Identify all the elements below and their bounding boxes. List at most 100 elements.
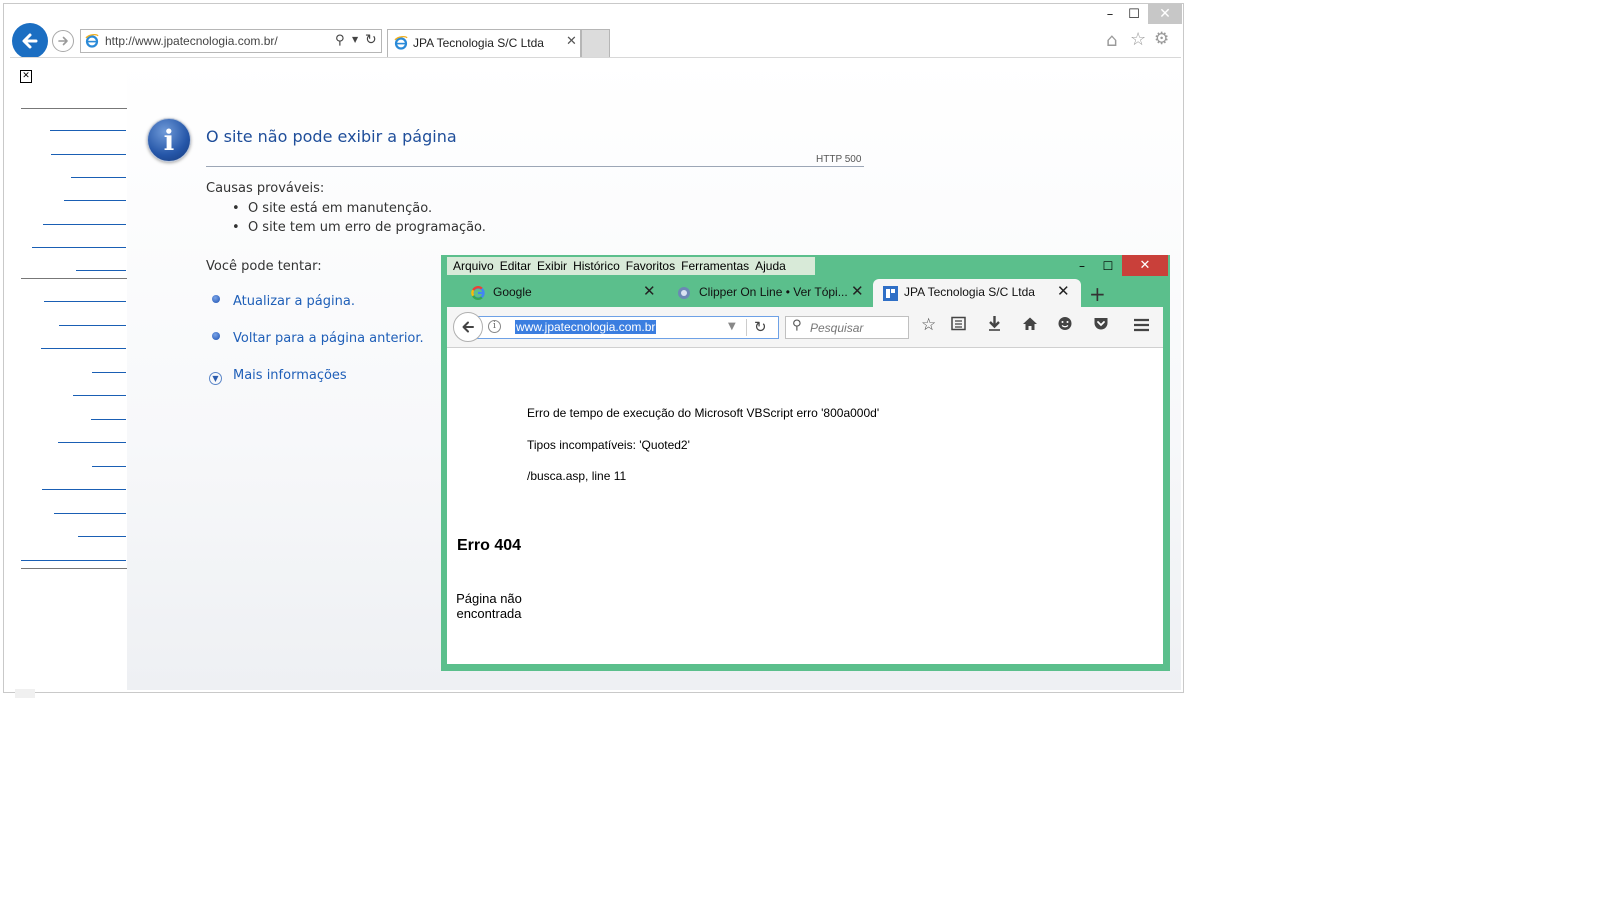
ie-close-button[interactable]: ✕ xyxy=(1148,4,1182,24)
home-icon[interactable]: ⌂ xyxy=(1106,30,1117,51)
ff-new-tab-button[interactable]: + xyxy=(1089,282,1106,306)
try-heading: Você pode tentar: xyxy=(206,259,322,274)
menu-ajuda[interactable]: Ajuda xyxy=(755,259,786,273)
ff-tab-google[interactable]: Google ✕ xyxy=(467,279,663,307)
ie-address-bar[interactable]: http://www.jpatecnologia.com.br/ ⚲ ▼ ↻ xyxy=(80,29,382,53)
ie-tab-active[interactable]: JPA Tecnologia S/C Ltda ✕ xyxy=(387,29,581,57)
google-icon xyxy=(471,286,485,300)
broken-image-icon: ✕ xyxy=(20,70,32,83)
menu-favoritos[interactable]: Favoritos xyxy=(626,259,675,273)
cause-item: • O site tem um erro de programação. xyxy=(232,220,486,235)
ff-close-button[interactable]: ✕ xyxy=(1122,255,1168,276)
ie-tab-close-button[interactable]: ✕ xyxy=(566,34,577,49)
menu-arquivo[interactable]: Arquivo xyxy=(453,259,494,273)
favorites-icon[interactable]: ☆ xyxy=(1130,29,1146,50)
nav-link[interactable] xyxy=(78,536,126,537)
menu-ferramentas[interactable]: Ferramentas xyxy=(681,259,749,273)
back-icon xyxy=(462,321,474,333)
info-icon[interactable]: i xyxy=(488,320,501,333)
ie-status-fragment xyxy=(15,689,35,698)
cause-item: • O site está em manutenção. xyxy=(232,201,433,216)
causes-heading: Causas prováveis: xyxy=(206,181,325,196)
ff-maximize-button[interactable]: ☐ xyxy=(1095,255,1121,276)
refresh-page-link[interactable]: Atualizar a página. xyxy=(233,294,355,309)
reading-list-icon[interactable] xyxy=(951,316,966,336)
menu-exibir[interactable]: Exibir xyxy=(537,259,567,273)
search-icon: ⚲ xyxy=(792,318,802,333)
chat-icon[interactable] xyxy=(1057,316,1073,336)
dropdown-icon[interactable]: ▼ xyxy=(352,35,358,44)
cause-text: O site está em manutenção. xyxy=(247,201,433,216)
nav-link[interactable] xyxy=(71,177,126,178)
nav-divider xyxy=(21,568,127,569)
hamburger-menu-icon[interactable] xyxy=(1133,317,1150,337)
nav-link[interactable] xyxy=(73,395,126,396)
ie-forward-button[interactable] xyxy=(52,30,74,52)
nav-link[interactable] xyxy=(59,325,126,326)
pocket-icon[interactable] xyxy=(1093,316,1109,336)
nav-link[interactable] xyxy=(92,466,126,467)
nav-link[interactable] xyxy=(41,348,126,349)
menu-editar[interactable]: Editar xyxy=(500,259,531,273)
nav-link[interactable] xyxy=(32,247,126,248)
ie-url-text: http://www.jpatecnologia.com.br/ xyxy=(105,34,278,48)
ff-tab-close-button[interactable]: ✕ xyxy=(851,282,864,300)
ff-tab-clipper[interactable]: Clipper On Line • Ver Tópi... ✕ xyxy=(673,279,867,307)
title-divider xyxy=(206,166,864,167)
ie-minimize-button[interactable]: – xyxy=(1098,4,1122,24)
nav-link[interactable] xyxy=(42,489,126,490)
ff-tab-title: JPA Tecnologia S/C Ltda xyxy=(904,285,1035,299)
nav-link[interactable] xyxy=(64,200,126,201)
ff-search-input[interactable]: ⚲ Pesquisar xyxy=(785,316,909,339)
menu-historico[interactable]: Histórico xyxy=(573,259,620,273)
nav-link[interactable] xyxy=(51,154,126,155)
nav-link[interactable] xyxy=(92,372,126,373)
vbscript-error-line: Erro de tempo de execução do Microsoft V… xyxy=(527,406,880,420)
nav-link[interactable] xyxy=(50,130,126,131)
more-info-link[interactable]: Mais informações xyxy=(233,368,347,383)
error-title: O site não pode exibir a página xyxy=(206,127,457,146)
nav-link[interactable] xyxy=(21,560,126,561)
chevron-down-icon[interactable]: ▼ xyxy=(209,372,222,385)
ff-tab-jpa-active[interactable]: JPA Tecnologia S/C Ltda ✕ xyxy=(873,279,1081,307)
nav-link[interactable] xyxy=(76,270,126,271)
nav-link[interactable] xyxy=(91,419,126,420)
download-icon[interactable] xyxy=(987,315,1002,337)
nav-divider xyxy=(21,278,127,279)
ff-url-text: www.jpatecnologia.com.br xyxy=(515,320,657,334)
search-icon[interactable]: ⚲ xyxy=(335,33,345,48)
nav-link[interactable] xyxy=(43,224,126,225)
reload-icon[interactable]: ↻ xyxy=(754,318,767,336)
forward-arrow-icon xyxy=(58,36,68,46)
firefox-window: Arquivo Editar Exibir Histórico Favorito… xyxy=(441,255,1170,671)
jpa-site-icon xyxy=(883,286,898,301)
clipper-site-icon xyxy=(678,287,690,299)
ie-back-button[interactable] xyxy=(12,23,48,59)
ff-tab-close-button[interactable]: ✕ xyxy=(643,282,656,300)
bullet-icon xyxy=(212,332,220,340)
gear-icon[interactable]: ⚙ xyxy=(1154,29,1169,49)
ff-minimize-button[interactable]: – xyxy=(1070,255,1094,276)
url-dropdown-icon[interactable]: ▼ xyxy=(728,321,736,332)
ie-tab-title: JPA Tecnologia S/C Ltda xyxy=(413,36,544,50)
ff-tab-close-button[interactable]: ✕ xyxy=(1057,282,1070,300)
nav-link[interactable] xyxy=(44,301,126,302)
ie-new-tab-button[interactable] xyxy=(581,29,610,57)
ie-toolbar: – ☐ ✕ http://www.jpatecnologia.com.br/ ⚲… xyxy=(4,4,1183,59)
url-separator xyxy=(746,319,747,336)
ff-back-button[interactable] xyxy=(453,312,483,342)
bookmark-star-icon[interactable]: ☆ xyxy=(921,315,936,335)
nav-link[interactable] xyxy=(54,513,126,514)
go-back-link[interactable]: Voltar para a página anterior. xyxy=(233,331,424,346)
ff-tab-title: Clipper On Line • Ver Tópi... xyxy=(699,285,848,299)
ff-menu-bar: Arquivo Editar Exibir Histórico Favorito… xyxy=(447,257,815,275)
refresh-icon[interactable]: ↻ xyxy=(365,32,377,48)
back-arrow-icon xyxy=(22,33,38,49)
home-icon[interactable] xyxy=(1022,316,1038,336)
ff-url-bar[interactable]: i www.jpatecnologia.com.br ▼ ↻ xyxy=(477,316,779,339)
ff-nav-toolbar: i www.jpatecnologia.com.br ▼ ↻ ⚲ Pesquis… xyxy=(447,307,1163,348)
nav-link[interactable] xyxy=(58,442,126,443)
search-placeholder: Pesquisar xyxy=(810,321,864,335)
ie-maximize-button[interactable]: ☐ xyxy=(1122,4,1146,24)
ie-logo-icon xyxy=(85,34,99,48)
